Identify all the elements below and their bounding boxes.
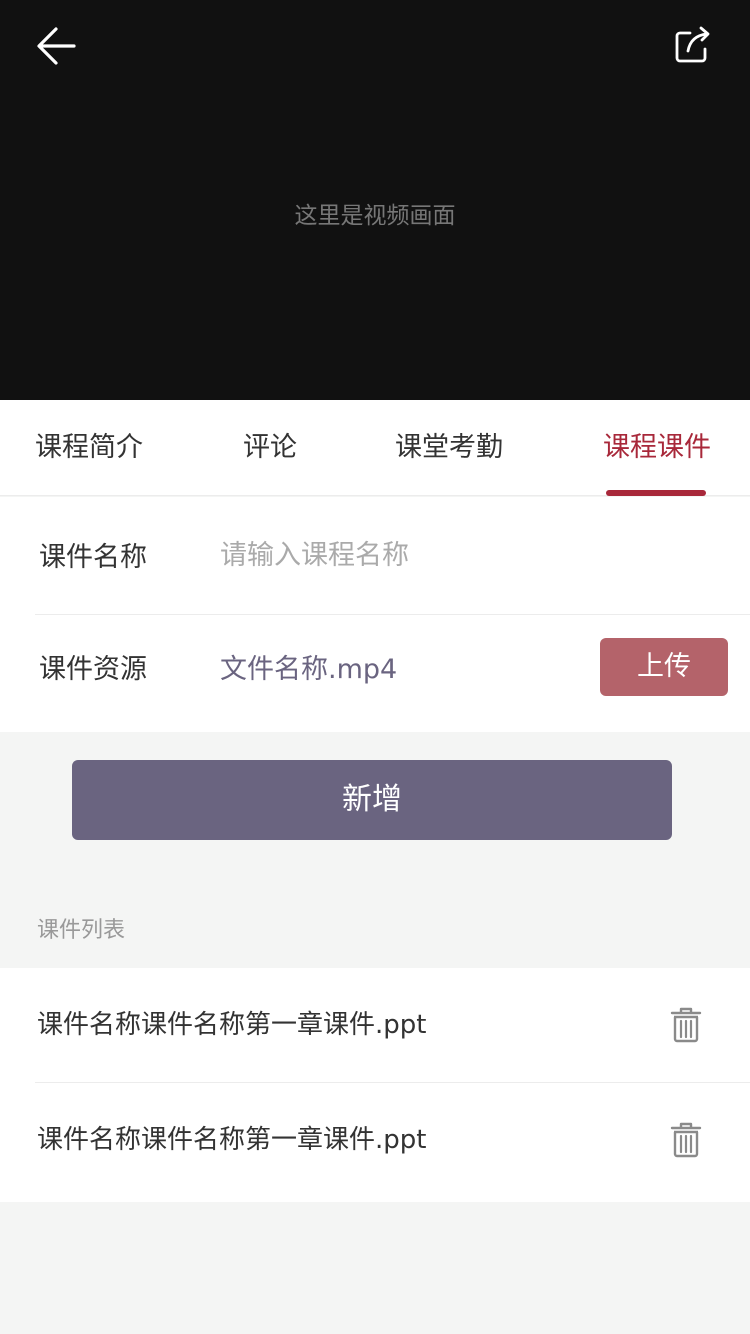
active-tab-indicator [606,490,706,496]
delete-button[interactable] [668,1121,704,1159]
share-icon [675,26,710,63]
resource-file-name: 文件名称.mp4 [220,654,398,685]
list-item: 课件名称课件名称第一章课件.ppt [0,1083,750,1197]
list-item: 课件名称课件名称第一章课件.ppt [0,968,750,1083]
tab-comments[interactable]: 评论 [243,400,297,496]
tab-bar: 课程简介 评论 课堂考勤 课程课件 [0,400,750,496]
list-title: 课件列表 [37,918,126,943]
courseware-list: 课件名称课件名称第一章课件.ppt 课件名称课件名称第一章课件.ppt [0,968,750,1202]
tab-course-intro[interactable]: 课程简介 [35,400,143,496]
video-player[interactable]: 这里是视频画面 [0,0,750,400]
share-button[interactable] [666,18,722,74]
video-placeholder-text: 这里是视频画面 [294,203,456,229]
trash-icon [670,1122,702,1158]
add-button[interactable]: 新增 [72,760,672,840]
resource-label: 课件资源 [39,654,147,685]
list-item-name: 课件名称课件名称第一章课件.ppt [37,1010,427,1040]
courseware-name-input[interactable] [220,533,700,577]
back-button[interactable] [26,20,86,72]
tab-attendance[interactable]: 课堂考勤 [395,400,503,496]
name-label: 课件名称 [39,542,147,573]
delete-button[interactable] [668,1006,704,1044]
arrow-left-icon [37,27,76,65]
tab-courseware[interactable]: 课程课件 [603,400,711,496]
name-row: 课件名称 [0,497,750,614]
list-item-name: 课件名称课件名称第一章课件.ppt [37,1125,427,1155]
trash-icon [670,1007,702,1043]
courseware-form: 课件名称 课件资源 文件名称.mp4 上传 [0,497,750,732]
upload-button[interactable]: 上传 [600,638,728,696]
